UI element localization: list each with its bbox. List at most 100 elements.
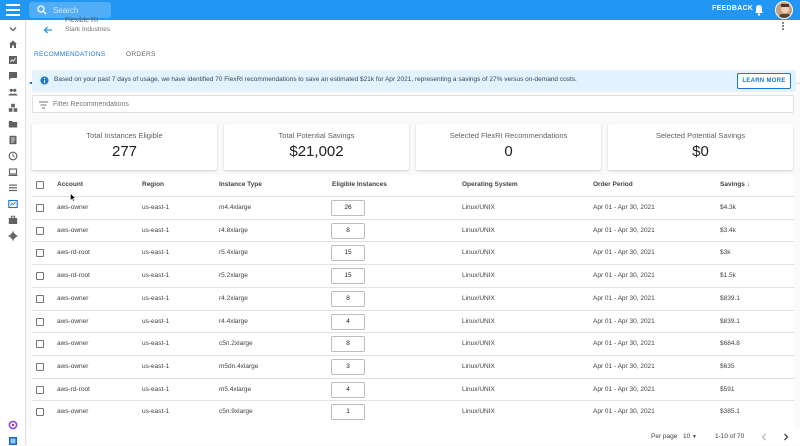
row-checkbox[interactable] [36, 204, 44, 212]
back-arrow-icon[interactable] [43, 25, 53, 35]
table-row[interactable]: aws-owner us-east-1 m4.4xlarge Linux/UNIX Ap… [32, 196, 794, 218]
learn-more-button[interactable]: LEARN MORE [737, 73, 791, 89]
document-icon[interactable] [8, 135, 18, 145]
cell-operating-system: Linux/UNIX [462, 204, 495, 211]
eligible-instances-input[interactable]: 8 [331, 290, 365, 307]
eligible-instances-input[interactable]: 8 [331, 222, 365, 239]
eligible-instances-input[interactable]: 26 [331, 200, 365, 216]
cell-order-period: Apr 01 - Apr 30, 2021 [593, 385, 655, 393]
page-subtitle: Stark Industries [65, 26, 111, 33]
table-row[interactable]: aws-owner us-east-1 c5n.2xlarge Linux/UNIX A… [32, 332, 794, 354]
feedback-button[interactable]: FEEDBACK [712, 5, 753, 12]
history-icon[interactable] [8, 151, 18, 161]
list-icon[interactable] [8, 183, 18, 193]
table-row[interactable]: aws-rd-root us-east-1 r5.4xlarge Linux/UNIX… [32, 241, 794, 263]
table-row[interactable]: aws-owner us-east-1 c5n.9xlarge Linux/UNIX A… [32, 400, 794, 422]
eligible-instances-input[interactable]: 4 [331, 313, 365, 330]
eligible-instances-input[interactable]: 4 [331, 381, 365, 398]
row-checkbox[interactable] [36, 408, 44, 417]
cell-order-period: Apr 01 - Apr 30, 2021 [593, 226, 655, 234]
cell-order-period: Apr 01 - Apr 30, 2021 [593, 340, 655, 348]
people-icon[interactable] [8, 87, 18, 97]
menu-icon[interactable] [6, 4, 20, 16]
filter-box[interactable] [32, 95, 794, 113]
column-header-savings[interactable]: Savings ↓ [720, 181, 750, 188]
cell-region: us-east-1 [142, 385, 170, 393]
info-banner: Based on your past 7 days of usage, we h… [32, 70, 796, 92]
cell-account: aws-owner [57, 294, 89, 302]
cell-instance-type: r4.4xlarge [219, 317, 248, 325]
eligible-instances-input[interactable]: 3 [331, 358, 365, 375]
table-row[interactable]: aws-owner us-east-1 m5dn.4xlarge Linux/UNIX… [32, 354, 794, 377]
per-page-select[interactable]: 10 ▼ [683, 433, 697, 440]
filter-input[interactable] [53, 98, 753, 110]
cell-account: aws-owner [57, 408, 89, 416]
cell-region: us-east-1 [142, 317, 170, 325]
stat-label: Selected Potential Savings [655, 131, 746, 140]
cell-savings: $3.4k [720, 226, 736, 234]
home-icon[interactable] [8, 39, 18, 49]
column-header-instance-type[interactable]: Instance Type [219, 181, 262, 188]
cell-instance-type: r4.8xlarge [219, 226, 248, 234]
laptop-icon[interactable] [8, 167, 18, 177]
table-row[interactable]: aws-rd-root us-east-1 m5.4xlarge Linux/UNIX… [32, 377, 794, 400]
cell-operating-system: Linux/UNIX [462, 294, 495, 302]
column-header-region[interactable]: Region [142, 181, 164, 188]
savings-icon[interactable] [8, 199, 18, 209]
table-row[interactable]: aws-owner us-east-1 r4.2xlarge Linux/UNIX Ap… [32, 286, 794, 309]
column-header-account[interactable]: Account [57, 181, 83, 188]
stat-value: 0 [504, 143, 513, 160]
eligible-instances-input[interactable]: 1 [331, 404, 365, 421]
filter-icon [39, 101, 48, 109]
gear-icon[interactable] [8, 231, 18, 241]
per-page-value: 10 [683, 433, 691, 440]
cell-order-period: Apr 01 - Apr 30, 2021 [593, 317, 655, 325]
row-checkbox[interactable] [36, 385, 44, 394]
eligible-instances-input[interactable]: 15 [331, 245, 365, 262]
table-row[interactable]: aws-owner us-east-1 r4.4xlarge Linux/UNIX Ap… [32, 309, 794, 332]
row-checkbox[interactable] [36, 294, 44, 303]
row-checkbox[interactable] [36, 362, 44, 371]
search-input[interactable] [53, 4, 109, 16]
bell-icon[interactable] [754, 4, 764, 16]
eligible-instances-input[interactable]: 15 [331, 268, 365, 285]
reports-icon[interactable] [8, 55, 18, 65]
previous-page-icon[interactable] [759, 432, 769, 442]
cell-instance-type: m5dn.4xlarge [219, 362, 259, 370]
column-header-operating-system[interactable]: Operating System [462, 181, 518, 188]
chevron-down-icon[interactable] [8, 24, 18, 34]
row-checkbox[interactable] [36, 272, 44, 281]
row-checkbox[interactable] [36, 249, 44, 258]
recommendations-table: Account Region Instance Type Eligible In… [32, 175, 794, 429]
cell-order-period: Apr 01 - Apr 30, 2021 [593, 408, 655, 416]
savings-header-label: Savings [720, 181, 745, 188]
briefcase-icon[interactable] [8, 215, 18, 225]
cell-operating-system: Linux/UNIX [462, 249, 495, 257]
cell-region: us-east-1 [142, 362, 170, 370]
stat-value: $21,002 [289, 143, 344, 160]
cell-region: us-east-1 [142, 249, 170, 257]
cubes-icon[interactable] [8, 103, 18, 113]
folder-icon[interactable] [8, 119, 18, 129]
row-checkbox[interactable] [36, 317, 44, 326]
logo-icon[interactable] [8, 420, 18, 430]
avatar[interactable] [775, 1, 793, 19]
eligible-instances-input[interactable]: 8 [331, 336, 365, 353]
cell-operating-system: Linux/UNIX [462, 272, 495, 280]
table-row[interactable]: aws-rd-root us-east-1 r5.2xlarge Linux/UNIX… [32, 264, 794, 286]
column-header-eligible-instances[interactable]: Eligible Instances [332, 181, 387, 188]
more-options-icon[interactable] [781, 22, 785, 32]
row-checkbox[interactable] [36, 340, 44, 349]
row-checkbox[interactable] [36, 226, 44, 235]
cell-region: us-east-1 [142, 340, 170, 348]
dropdown-arrow-icon: ▼ [692, 434, 697, 440]
cell-instance-type: r4.2xlarge [219, 294, 248, 302]
cell-savings: $635 [720, 362, 735, 370]
search-icon [37, 5, 47, 15]
table-row[interactable]: aws-owner us-east-1 r4.8xlarge Linux/UNIX Ap… [32, 218, 794, 241]
column-header-order-period[interactable]: Order Period [593, 181, 633, 188]
select-all-checkbox[interactable] [36, 181, 44, 189]
next-page-icon[interactable] [781, 432, 791, 442]
search-box[interactable] [29, 2, 111, 18]
comment-icon[interactable] [8, 71, 18, 81]
